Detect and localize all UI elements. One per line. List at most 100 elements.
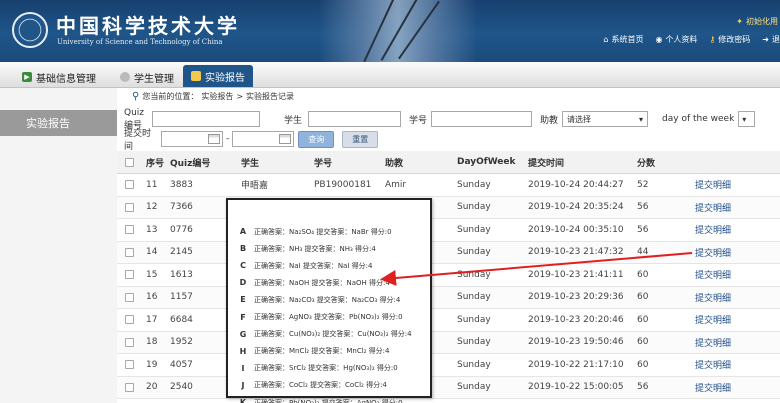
row-no: 18 bbox=[146, 337, 158, 348]
row-checkbox[interactable] bbox=[125, 180, 134, 190]
row-ta: Amir bbox=[385, 179, 407, 190]
row-checkbox[interactable] bbox=[125, 247, 134, 257]
submission-detail-link[interactable]: 提交明细 bbox=[695, 219, 731, 241]
answer-letter: E bbox=[240, 295, 246, 305]
answer-letter: C bbox=[240, 261, 246, 271]
col-ta: 助教 bbox=[385, 158, 404, 169]
row-no: 11 bbox=[146, 179, 158, 190]
row-dow: Sunday bbox=[457, 314, 491, 325]
report-table: 序号 Quiz编号 学生 学号 助教 DayOfWeek 提交时间 分数 11 3… bbox=[117, 151, 780, 399]
row-time: 2019-10-24 00:35:10 bbox=[528, 224, 624, 235]
profile-link[interactable]: ◉ 个人资料 bbox=[655, 34, 697, 45]
answer-text: 正确答案：SrCl₂ 提交答案：Hg(NO₃)₂ 得分:0 bbox=[254, 364, 398, 373]
nav-basic-info[interactable]: ▶ 基础信息管理 bbox=[14, 66, 104, 88]
row-checkbox[interactable] bbox=[125, 315, 134, 325]
submission-detail-link[interactable]: 提交明细 bbox=[695, 332, 731, 354]
answer-text: 正确答案：NaI 提交答案：NaI 得分:4 bbox=[254, 261, 373, 270]
reset-button[interactable]: 重置 bbox=[342, 130, 379, 148]
init-user-link[interactable]: ✦ 初始化用 bbox=[736, 16, 778, 27]
submission-detail-link[interactable]: 提交明细 bbox=[695, 354, 731, 376]
answer-text: 正确答案：Na₂SO₄ 提交答案：NaBr 得分:0 bbox=[254, 227, 392, 236]
report-icon bbox=[191, 71, 201, 81]
nav-lab-report[interactable]: 实验报告 bbox=[183, 65, 253, 87]
row-time: 2019-10-24 20:35:24 bbox=[528, 202, 624, 213]
logout-link[interactable]: ➜ 退 bbox=[762, 34, 780, 45]
row-quiz: 2540 bbox=[170, 382, 193, 393]
answer-item: I 正确答案：SrCl₂ 提交答案：Hg(NO₃)₂ 得分:0 bbox=[232, 361, 428, 376]
row-time: 2019-10-23 20:29:36 bbox=[528, 292, 624, 303]
start-date-input[interactable] bbox=[161, 131, 223, 147]
row-dow: Sunday bbox=[457, 269, 491, 280]
submission-detail-link[interactable]: 提交明细 bbox=[695, 309, 731, 331]
sidebar: 实验报告 bbox=[0, 88, 117, 403]
row-quiz: 4057 bbox=[170, 359, 193, 370]
select-all-checkbox[interactable] bbox=[125, 157, 134, 167]
row-score: 60 bbox=[637, 292, 649, 303]
change-password-link[interactable]: ⚷ 修改密码 bbox=[709, 34, 750, 45]
submission-detail-link[interactable]: 提交明细 bbox=[695, 287, 731, 309]
location-pin-icon: ⚲ bbox=[132, 91, 140, 102]
row-time: 2019-10-23 21:47:32 bbox=[528, 247, 624, 258]
submission-detail-link[interactable]: 提交明细 bbox=[695, 174, 731, 196]
answer-text: 正确答案：MnCl₂ 提交答案：MnCl₂ 得分:4 bbox=[254, 347, 390, 356]
row-no: 20 bbox=[146, 382, 158, 393]
table-body: 11 3883 申晤嘉 PB19000181 Amir Sunday 2019-10-24 … bbox=[117, 174, 780, 399]
nav-student-mgmt[interactable]: 学生管理 bbox=[112, 66, 182, 88]
row-quiz: 0776 bbox=[170, 224, 193, 235]
answer-letter: F bbox=[240, 312, 246, 322]
submission-detail-link[interactable]: 提交明细 bbox=[695, 377, 731, 399]
search-row-2: 提交时间 - 查询 重置 bbox=[124, 129, 379, 152]
site-header: 中国科学技术大学 University of Science and Techn… bbox=[0, 0, 780, 62]
quiz-id-input[interactable] bbox=[152, 111, 260, 127]
home-link[interactable]: ⌂ 系统首页 bbox=[603, 34, 643, 45]
row-checkbox[interactable] bbox=[125, 337, 134, 347]
row-checkbox[interactable] bbox=[125, 292, 134, 302]
chevron-down-icon: ▾ bbox=[639, 114, 644, 124]
student-input[interactable] bbox=[308, 111, 402, 127]
row-checkbox[interactable] bbox=[125, 270, 134, 280]
student-no-input[interactable] bbox=[431, 111, 533, 127]
row-no: 13 bbox=[146, 224, 158, 235]
row-student: 申晤嘉 bbox=[241, 181, 269, 192]
submission-detail-popup: A 正确答案：Na₂SO₄ 提交答案：NaBr 得分:0 B 正确答案：NH₃ 提… bbox=[226, 198, 432, 403]
row-no: 14 bbox=[146, 247, 158, 258]
row-quiz: 2145 bbox=[170, 247, 193, 258]
row-time: 2019-10-24 20:44:27 bbox=[528, 179, 624, 190]
answer-item: B 正确答案：NH₃ 提交答案：NH₃ 得分:4 bbox=[232, 241, 428, 256]
row-checkbox[interactable] bbox=[125, 382, 134, 392]
answer-letter: H bbox=[239, 346, 247, 356]
logo-chinese: 中国科学技术大学 bbox=[56, 14, 240, 38]
row-checkbox[interactable] bbox=[125, 225, 134, 235]
home-icon: ⌂ bbox=[603, 35, 609, 44]
breadcrumb: ⚲ 您当前的位置： 实验报告 > 实验报告记录 bbox=[132, 91, 295, 102]
submission-detail-link[interactable]: 提交明细 bbox=[695, 242, 731, 264]
calendar-icon[interactable] bbox=[208, 134, 220, 144]
row-quiz: 3883 bbox=[170, 179, 193, 190]
row-dow: Sunday bbox=[457, 359, 491, 370]
submission-detail-link[interactable]: 提交明细 bbox=[695, 264, 731, 286]
row-no: 17 bbox=[146, 314, 158, 325]
calendar-icon[interactable] bbox=[279, 134, 292, 144]
day-of-week-select[interactable]: ▾ bbox=[738, 111, 756, 127]
row-dow: Sunday bbox=[457, 292, 491, 303]
table-row: 15 1613 Sunday 2019-10-23 21:41:11 60 提交明细 bbox=[117, 264, 780, 287]
submission-detail-link[interactable]: 提交明细 bbox=[695, 197, 731, 219]
table-row: 16 1157 Sunday 2019-10-23 20:29:36 60 提交明细 bbox=[117, 286, 780, 309]
row-checkbox[interactable] bbox=[125, 360, 134, 370]
row-quiz: 1613 bbox=[170, 269, 193, 280]
row-quiz: 7366 bbox=[170, 202, 193, 213]
ta-select[interactable]: 请选择 ▾ bbox=[562, 111, 649, 127]
row-dow: Sunday bbox=[457, 337, 491, 348]
end-date-input[interactable] bbox=[232, 131, 295, 147]
answer-item: F 正确答案：AgNO₃ 提交答案：Pb(NO₃)₂ 得分:0 bbox=[232, 310, 428, 325]
row-dow: Sunday bbox=[457, 179, 491, 190]
col-sno: 学号 bbox=[314, 158, 333, 169]
sidebar-item-lab-report[interactable]: 实验报告 bbox=[0, 110, 117, 136]
breadcrumb-lab-report[interactable]: 实验报告 bbox=[201, 91, 233, 102]
row-score: 60 bbox=[637, 359, 649, 370]
row-score: 44 bbox=[637, 247, 649, 258]
row-score: 56 bbox=[637, 202, 649, 213]
answer-item: J 正确答案：CoCl₂ 提交答案：CoCl₂ 得分:4 bbox=[232, 378, 428, 393]
query-button[interactable]: 查询 bbox=[298, 130, 335, 148]
row-checkbox[interactable] bbox=[125, 202, 134, 212]
